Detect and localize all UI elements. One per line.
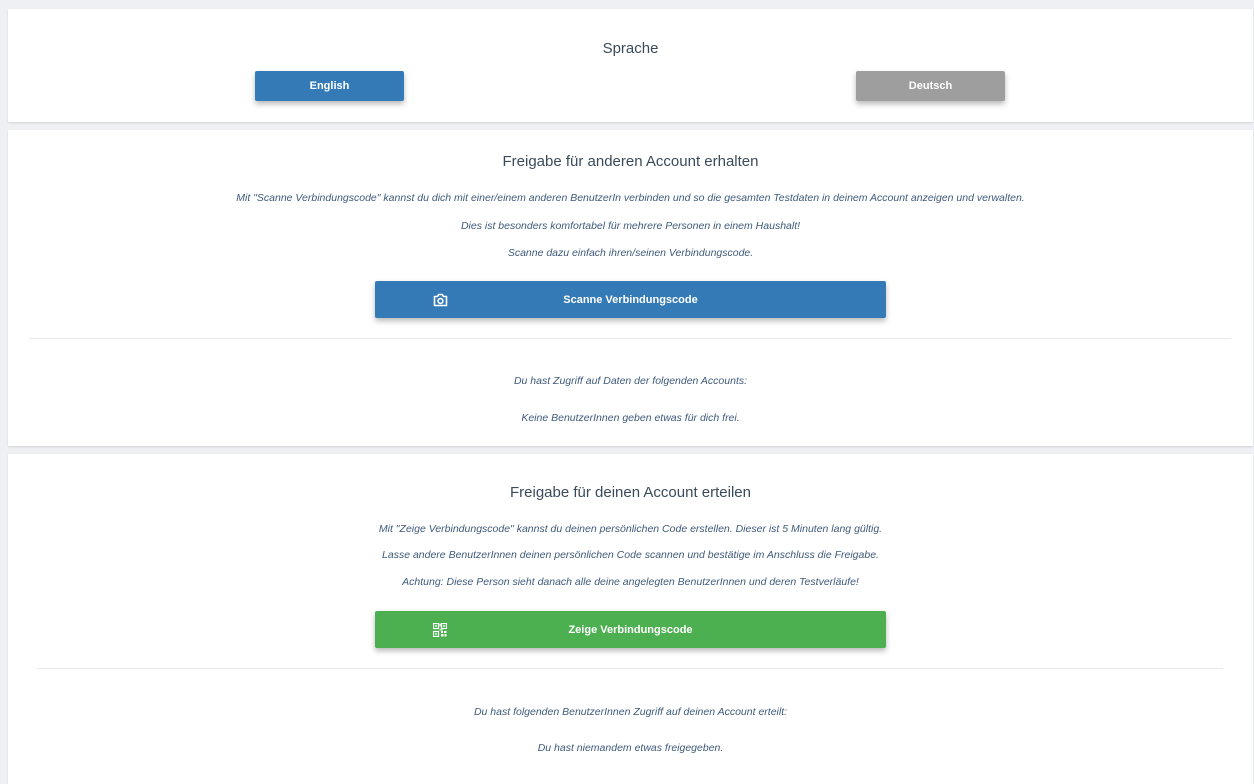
access-empty-message: Keine BenutzerInnen geben etwas für dich… — [521, 412, 740, 424]
show-connection-code-label: Zeige Verbindungscode — [568, 623, 693, 636]
language-title: Sprache — [602, 40, 659, 57]
deutsch-button[interactable]: Deutsch — [856, 71, 1005, 101]
scan-connection-code-label: Scanne Verbindungscode — [563, 293, 698, 306]
receive-divider — [29, 338, 1231, 339]
receive-description-2: Dies ist besonders komfortabel für mehre… — [460, 220, 801, 232]
grant-title: Freigabe für deinen Account erteilen — [510, 484, 751, 501]
receive-description-1: Mit "Scanne Verbindungscode" kannst du d… — [236, 192, 1025, 204]
receive-title: Freigabe für anderen Account erhalten — [502, 153, 759, 170]
camera-icon — [432, 292, 448, 308]
grant-access-card: Freigabe für deinen Account erteilen Mit… — [8, 454, 1253, 784]
grant-description-3: Achtung: Diese Person sieht danach alle … — [402, 576, 859, 588]
qr-code-icon — [432, 622, 448, 638]
receive-description-3: Scanne dazu einfach ihren/seinen Verbind… — [507, 247, 754, 259]
scan-connection-code-button[interactable]: Scanne Verbindungscode — [375, 281, 886, 318]
grant-description-1: Mit "Zeige Verbindungscode" kannst du de… — [378, 523, 883, 535]
grant-divider — [37, 668, 1223, 669]
granted-empty-message: Du hast niemandem etwas freigegeben. — [537, 742, 724, 754]
english-button[interactable]: English — [255, 71, 404, 101]
language-card: Sprache English Deutsch — [8, 9, 1253, 122]
granted-heading: Du hast folgenden BenutzerInnen Zugriff … — [473, 706, 788, 718]
show-connection-code-button[interactable]: Zeige Verbindungscode — [375, 611, 886, 648]
receive-access-card: Freigabe für anderen Account erhalten Mi… — [8, 130, 1253, 446]
grant-description-2: Lasse andere BenutzerInnen deinen persön… — [382, 549, 879, 561]
access-heading: Du hast Zugriff auf Daten der folgenden … — [513, 375, 748, 387]
